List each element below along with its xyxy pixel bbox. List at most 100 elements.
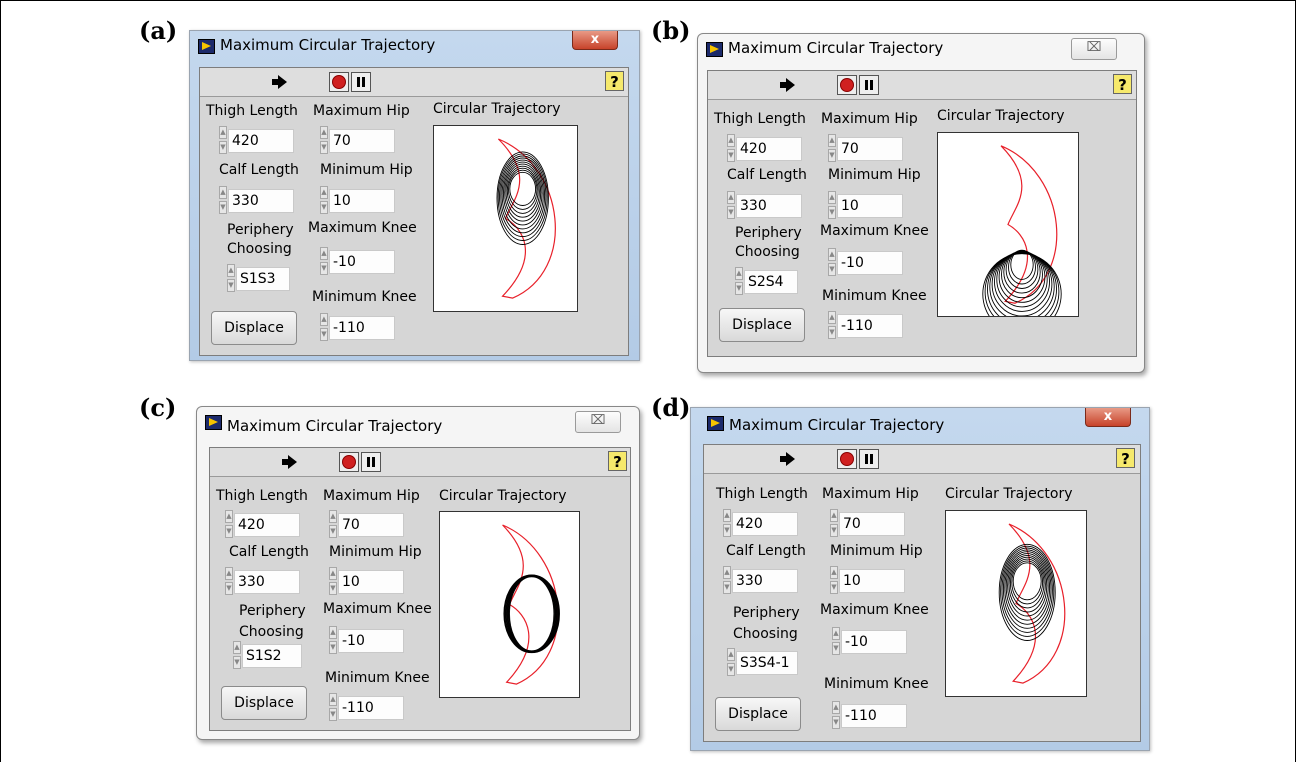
periphery-spinner[interactable]: ▲ ▼ (727, 648, 736, 678)
min-knee-spinner[interactable]: ▲ ▼ (828, 311, 837, 341)
spin-down-icon[interactable]: ▼ (832, 642, 840, 655)
calf-length-input[interactable]: 330 (732, 569, 798, 593)
close-icon[interactable]: x (1085, 408, 1131, 427)
periphery-input[interactable]: S2S4 (744, 270, 798, 294)
periphery-input[interactable]: S1S2 (242, 644, 302, 668)
close-icon[interactable]: x (572, 31, 618, 50)
displace-button[interactable]: Displace (719, 308, 805, 342)
spin-up-icon[interactable]: ▲ (727, 191, 735, 204)
min-knee-input[interactable]: -110 (841, 704, 907, 728)
run-arrow-icon[interactable] (780, 78, 796, 92)
spin-up-icon[interactable]: ▲ (320, 313, 328, 326)
max-hip-spinner[interactable]: ▲ ▼ (830, 509, 839, 539)
spin-down-icon[interactable]: ▼ (329, 708, 337, 721)
max-knee-spinner[interactable]: ▲ ▼ (329, 626, 338, 656)
max-knee-input[interactable]: -10 (837, 251, 903, 275)
spin-up-icon[interactable]: ▲ (225, 510, 233, 523)
max-hip-spinner[interactable]: ▲ ▼ (329, 510, 338, 540)
pause-icon[interactable] (351, 72, 371, 92)
spin-down-icon[interactable]: ▼ (830, 581, 838, 594)
min-knee-input[interactable]: -110 (338, 696, 404, 720)
spin-up-icon[interactable]: ▲ (329, 693, 337, 706)
spin-down-icon[interactable]: ▼ (329, 582, 337, 595)
help-icon[interactable]: ? (605, 71, 624, 91)
spin-up-icon[interactable]: ▲ (735, 267, 743, 280)
thigh-spinner[interactable]: ▲ ▼ (723, 509, 732, 539)
spin-down-icon[interactable]: ▼ (723, 581, 731, 594)
displace-button[interactable]: Displace (211, 311, 297, 345)
thigh-length-input[interactable]: 420 (234, 513, 300, 537)
abort-icon[interactable] (837, 75, 857, 95)
min-knee-input[interactable]: -110 (329, 316, 395, 340)
spin-down-icon[interactable]: ▼ (225, 525, 233, 538)
pause-icon[interactable] (361, 452, 381, 472)
min-hip-input[interactable]: 10 (338, 570, 404, 594)
thigh-spinner[interactable]: ▲ ▼ (727, 134, 736, 164)
min-hip-input[interactable]: 10 (839, 569, 905, 593)
periphery-input[interactable]: S1S3 (236, 267, 290, 291)
calf-spinner[interactable]: ▲ ▼ (225, 567, 234, 597)
spin-up-icon[interactable]: ▲ (832, 627, 840, 640)
calf-spinner[interactable]: ▲ ▼ (723, 566, 732, 596)
spin-down-icon[interactable]: ▼ (225, 582, 233, 595)
spin-down-icon[interactable]: ▼ (832, 716, 840, 729)
calf-length-input[interactable]: 330 (234, 570, 300, 594)
calf-length-input[interactable]: 330 (228, 189, 294, 213)
min-knee-input[interactable]: -110 (837, 314, 903, 338)
thigh-length-input[interactable]: 420 (736, 137, 802, 161)
thigh-spinner[interactable]: ▲ ▼ (225, 510, 234, 540)
max-hip-input[interactable]: 70 (329, 129, 395, 153)
spin-up-icon[interactable]: ▲ (723, 509, 731, 522)
spin-up-icon[interactable]: ▲ (727, 648, 735, 661)
spin-up-icon[interactable]: ▲ (219, 126, 227, 139)
spin-down-icon[interactable]: ▼ (329, 525, 337, 538)
spin-down-icon[interactable]: ▼ (723, 524, 731, 537)
run-arrow-icon[interactable] (272, 75, 288, 89)
spin-up-icon[interactable]: ▲ (828, 134, 836, 147)
spin-down-icon[interactable]: ▼ (735, 282, 743, 295)
spin-up-icon[interactable]: ▲ (225, 567, 233, 580)
help-icon[interactable]: ? (1116, 448, 1135, 468)
periphery-input[interactable]: S3S4-1 (736, 651, 798, 675)
spin-down-icon[interactable]: ▼ (329, 641, 337, 654)
abort-icon[interactable] (339, 452, 359, 472)
help-icon[interactable]: ? (1113, 74, 1132, 94)
spin-up-icon[interactable]: ▲ (320, 247, 328, 260)
max-knee-spinner[interactable]: ▲ ▼ (832, 627, 841, 657)
max-hip-input[interactable]: 70 (338, 513, 404, 537)
max-knee-spinner[interactable]: ▲ ▼ (320, 247, 329, 277)
pause-icon[interactable] (859, 449, 879, 469)
close-icon[interactable]: ⌧ (1071, 38, 1117, 60)
abort-icon[interactable] (837, 449, 857, 469)
spin-up-icon[interactable]: ▲ (828, 311, 836, 324)
max-knee-input[interactable]: -10 (338, 629, 404, 653)
spin-down-icon[interactable]: ▼ (320, 201, 328, 214)
pause-icon[interactable] (859, 75, 879, 95)
spin-down-icon[interactable]: ▼ (828, 263, 836, 276)
min-hip-input[interactable]: 10 (837, 194, 903, 218)
spin-down-icon[interactable]: ▼ (320, 141, 328, 154)
spin-down-icon[interactable]: ▼ (320, 262, 328, 275)
min-hip-spinner[interactable]: ▲ ▼ (320, 186, 329, 216)
min-knee-spinner[interactable]: ▲ ▼ (832, 701, 841, 731)
spin-down-icon[interactable]: ▼ (828, 326, 836, 339)
spin-down-icon[interactable]: ▼ (227, 279, 235, 292)
spin-up-icon[interactable]: ▲ (727, 134, 735, 147)
max-hip-input[interactable]: 70 (839, 512, 905, 536)
close-icon[interactable]: ⌧ (575, 411, 621, 433)
spin-down-icon[interactable]: ▼ (219, 141, 227, 154)
abort-icon[interactable] (329, 72, 349, 92)
spin-up-icon[interactable]: ▲ (329, 510, 337, 523)
run-arrow-icon[interactable] (282, 455, 298, 469)
max-hip-spinner[interactable]: ▲ ▼ (320, 126, 329, 156)
max-knee-spinner[interactable]: ▲ ▼ (828, 248, 837, 278)
min-hip-spinner[interactable]: ▲ ▼ (329, 567, 338, 597)
max-knee-input[interactable]: -10 (841, 630, 907, 654)
spin-up-icon[interactable]: ▲ (723, 566, 731, 579)
periphery-spinner[interactable]: ▲ ▼ (735, 267, 744, 297)
max-knee-input[interactable]: -10 (329, 250, 395, 274)
spin-down-icon[interactable]: ▼ (727, 663, 735, 676)
periphery-spinner[interactable]: ▲ ▼ (227, 264, 236, 294)
spin-down-icon[interactable]: ▼ (320, 328, 328, 341)
spin-up-icon[interactable]: ▲ (830, 566, 838, 579)
